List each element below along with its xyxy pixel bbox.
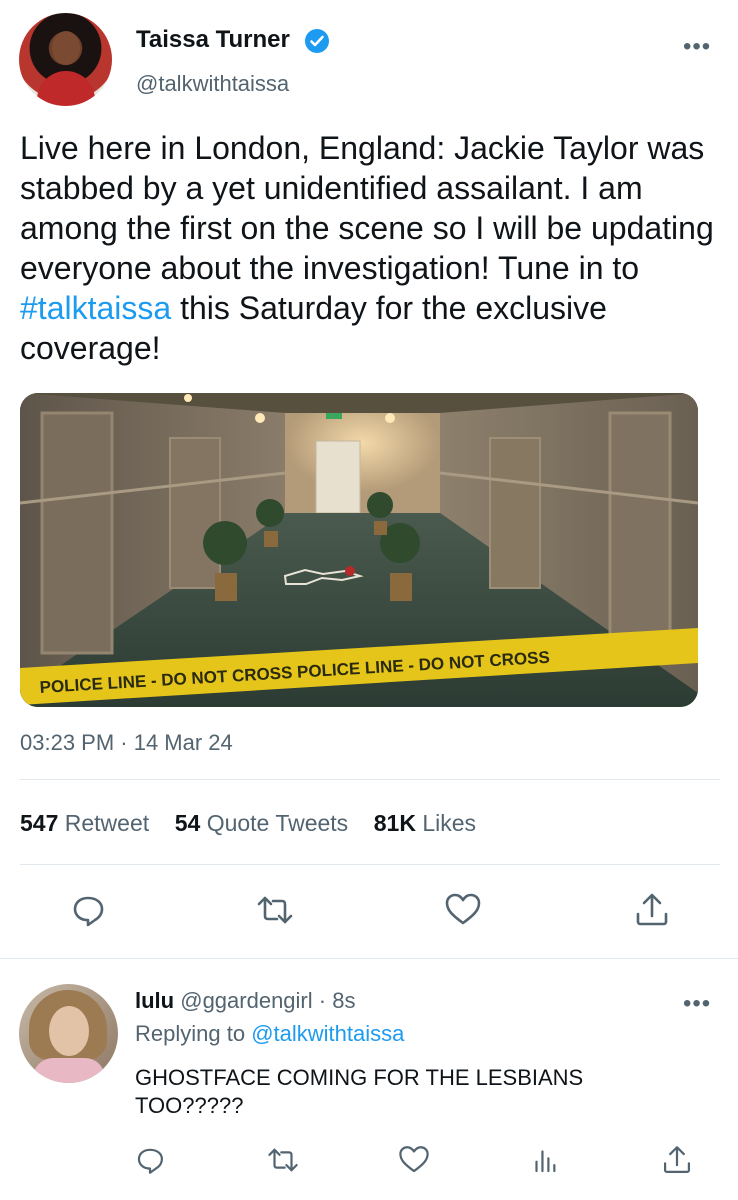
quotes-stat[interactable]: 54 Quote Tweets [175, 810, 348, 836]
divider [20, 779, 720, 780]
quotes-count: 54 [174, 810, 201, 836]
replying-to-prefix: Replying to [135, 1021, 246, 1046]
reply-more-options-icon[interactable]: ••• [683, 990, 711, 1018]
tweet-media-image[interactable]: POLICE LINE - DO NOT CROSS POLICE LINE -… [20, 393, 698, 707]
share-icon[interactable] [632, 890, 672, 930]
section-separator [0, 958, 738, 959]
tweet-timestamp[interactable]: 03:23 PM · 14 Mar 24 [20, 730, 233, 756]
author-handle[interactable]: @talkwithtaissa [136, 71, 289, 97]
divider [20, 864, 720, 865]
author-name[interactable]: Taissa Turner [136, 26, 290, 54]
tweet-text-body: Live here in London, England: Jackie Tay… [20, 130, 714, 286]
author-avatar[interactable] [19, 13, 112, 106]
reply-time[interactable]: · 8s [319, 988, 356, 1013]
crime-scene-hallway-image: POLICE LINE - DO NOT CROSS POLICE LINE -… [20, 393, 698, 707]
verified-badge-icon [305, 29, 329, 53]
retweets-stat[interactable]: 547 Retweet [20, 810, 149, 836]
reply-author-avatar[interactable] [19, 984, 118, 1083]
reply-icon[interactable] [68, 890, 108, 930]
reply-author-name[interactable]: lulu [135, 988, 174, 1013]
hashtag-link[interactable]: #talktaissa [20, 290, 171, 326]
engagement-stats: 547 Retweet 54 Quote Tweets 81K Likes [20, 810, 476, 837]
reply-retweet-icon[interactable] [266, 1143, 300, 1177]
likes-count: 81K [373, 810, 416, 836]
reply-author-handle[interactable]: @ggardengirl [180, 988, 312, 1013]
replying-to-mention[interactable]: @talkwithtaissa [251, 1021, 404, 1046]
reply-heart-icon[interactable] [397, 1143, 431, 1177]
retweet-icon[interactable] [255, 890, 295, 930]
likes-label: Likes [422, 810, 477, 836]
reply-analytics-icon[interactable] [528, 1143, 562, 1177]
reply-share-icon[interactable] [660, 1143, 694, 1177]
reply-text: GHOSTFACE COMING FOR THE LESBIANS TOO???… [135, 1065, 584, 1118]
more-options-icon[interactable]: ••• [683, 33, 711, 61]
replying-to: Replying to @talkwithtaissa [135, 1021, 404, 1047]
retweets-count: 547 [20, 810, 59, 836]
tweet-text: Live here in London, England: Jackie Tay… [20, 128, 720, 368]
reply-reply-icon[interactable] [133, 1143, 167, 1177]
quotes-label: Quote Tweets [206, 810, 349, 836]
retweets-label: Retweet [64, 810, 150, 836]
reply-header: lulu @ggardengirl · 8s [135, 988, 355, 1014]
heart-icon[interactable] [443, 890, 483, 930]
likes-stat[interactable]: 81K Likes [374, 810, 476, 836]
